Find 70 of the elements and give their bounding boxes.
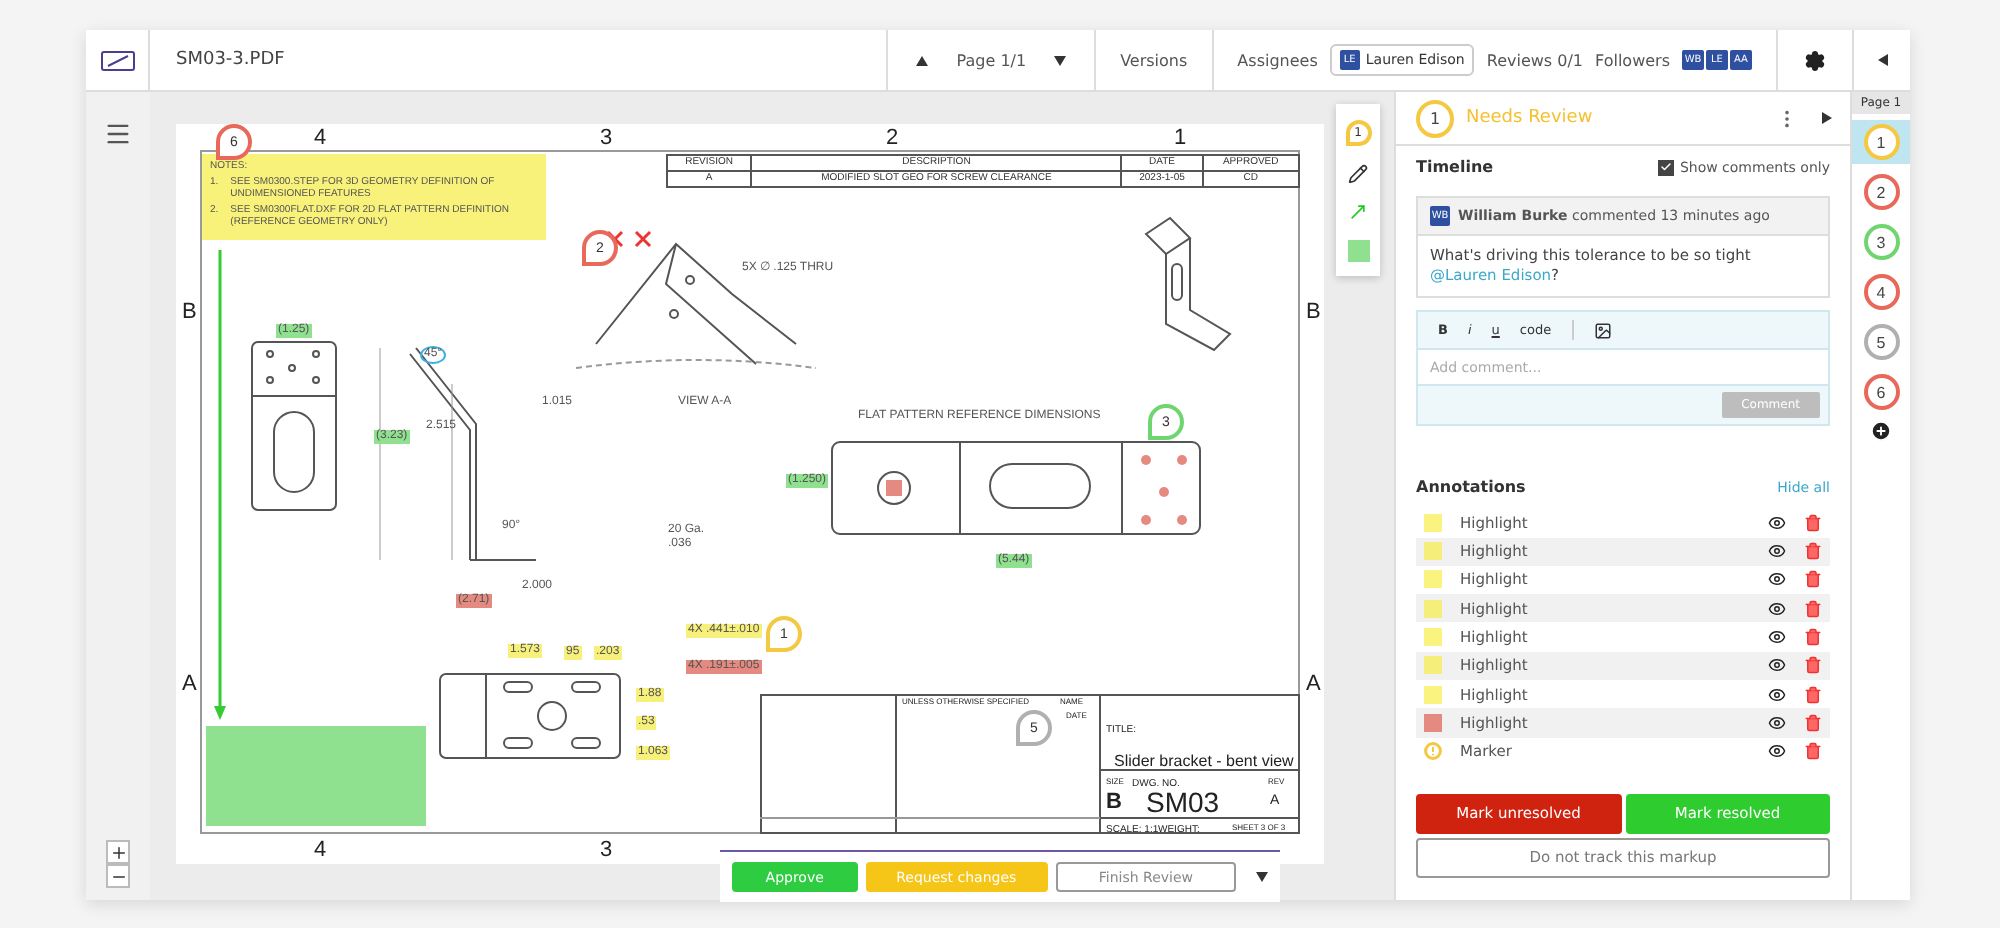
plus-icon (109, 843, 127, 861)
cross-marks-drawing (604, 228, 654, 250)
timeline-heading: Timeline (1416, 158, 1494, 176)
page-marker-item[interactable]: 2 (1852, 170, 1910, 214)
eye-icon[interactable] (1768, 599, 1786, 618)
status-label: Needs Review (1466, 108, 1595, 128)
page-marker-item[interactable]: 6 (1852, 370, 1910, 414)
trash-icon[interactable] (1804, 742, 1822, 761)
eye-icon[interactable] (1768, 542, 1786, 561)
left-arrow-icon[interactable] (1876, 53, 1888, 67)
add-icon[interactable] (1870, 420, 1892, 442)
eye-icon[interactable] (1768, 685, 1786, 704)
grid-label: 1 (1174, 126, 1187, 150)
grid-label: B (182, 300, 197, 324)
grid-label: 4 (314, 126, 327, 150)
grid-label: 2 (886, 126, 899, 150)
image-icon[interactable] (1593, 321, 1612, 340)
trash-icon[interactable] (1804, 713, 1822, 732)
trash-icon[interactable] (1804, 570, 1822, 589)
eye-icon[interactable] (1768, 570, 1786, 589)
grid-label: B (1306, 300, 1321, 324)
grid-label: 3 (600, 838, 613, 862)
marker-badge: 5 (1863, 324, 1899, 360)
grid-label: A (182, 672, 197, 696)
title-block-text: Slider bracket - bent view (1112, 752, 1296, 772)
trash-icon[interactable] (1804, 656, 1822, 675)
assignees-label: Assignees (1237, 51, 1318, 69)
eye-icon[interactable] (1768, 628, 1786, 647)
reviews-count: Reviews 0/1 (1486, 51, 1584, 69)
logo-icon (99, 49, 135, 71)
title-block-text: SM03 (1144, 786, 1222, 820)
trash-icon[interactable] (1804, 513, 1822, 532)
marker-badge: 2 (1863, 174, 1899, 210)
up-arrow-icon[interactable] (916, 53, 929, 67)
bracket-isometric-drawing (1142, 214, 1234, 354)
pencil-icon[interactable] (1348, 163, 1368, 183)
trash-icon[interactable] (1804, 685, 1822, 704)
menu-icon[interactable] (104, 120, 132, 148)
versions-tab[interactable]: Versions (1120, 51, 1188, 69)
marker-badge: 1 (1863, 124, 1899, 160)
trash-icon[interactable] (1804, 628, 1822, 647)
marker-badge: 3 (1863, 224, 1899, 260)
marker-badge: 1 (1416, 99, 1454, 137)
page-marker-item[interactable]: 5 (1852, 320, 1910, 364)
page-marker-item[interactable]: 3 (1852, 220, 1910, 264)
zoom-out-button[interactable] (106, 864, 130, 888)
trash-icon[interactable] (1804, 542, 1822, 561)
trash-icon[interactable] (1804, 599, 1822, 618)
title-block-text: B (1104, 790, 1124, 817)
right-arrow-icon[interactable] (1822, 111, 1834, 125)
marker-badge: 6 (1863, 374, 1899, 410)
check-icon (1659, 160, 1672, 174)
dropdown-caret-icon[interactable] (1256, 870, 1268, 884)
down-arrow-icon[interactable] (1054, 53, 1067, 67)
file-name: SM03-3.PDF (174, 48, 287, 74)
settings-icon[interactable] (1804, 49, 1826, 71)
followers-label: Followers (1595, 51, 1670, 69)
eye-icon[interactable] (1768, 742, 1786, 761)
grid-label: A (1306, 672, 1321, 696)
grid-label: 4 (314, 838, 327, 862)
annotations-heading: Annotations (1416, 478, 1526, 497)
eye-icon[interactable] (1768, 513, 1786, 532)
page-marker-item[interactable]: 1 (1852, 120, 1910, 164)
eye-icon[interactable] (1768, 713, 1786, 732)
grid-label: 3 (600, 126, 613, 150)
zoom-in-button[interactable] (106, 840, 130, 864)
marker-badge: 4 (1863, 274, 1899, 310)
eye-icon[interactable] (1768, 656, 1786, 675)
page-indicator: Page 1/1 (956, 51, 1027, 69)
page-marker-item[interactable]: 4 (1852, 270, 1910, 314)
